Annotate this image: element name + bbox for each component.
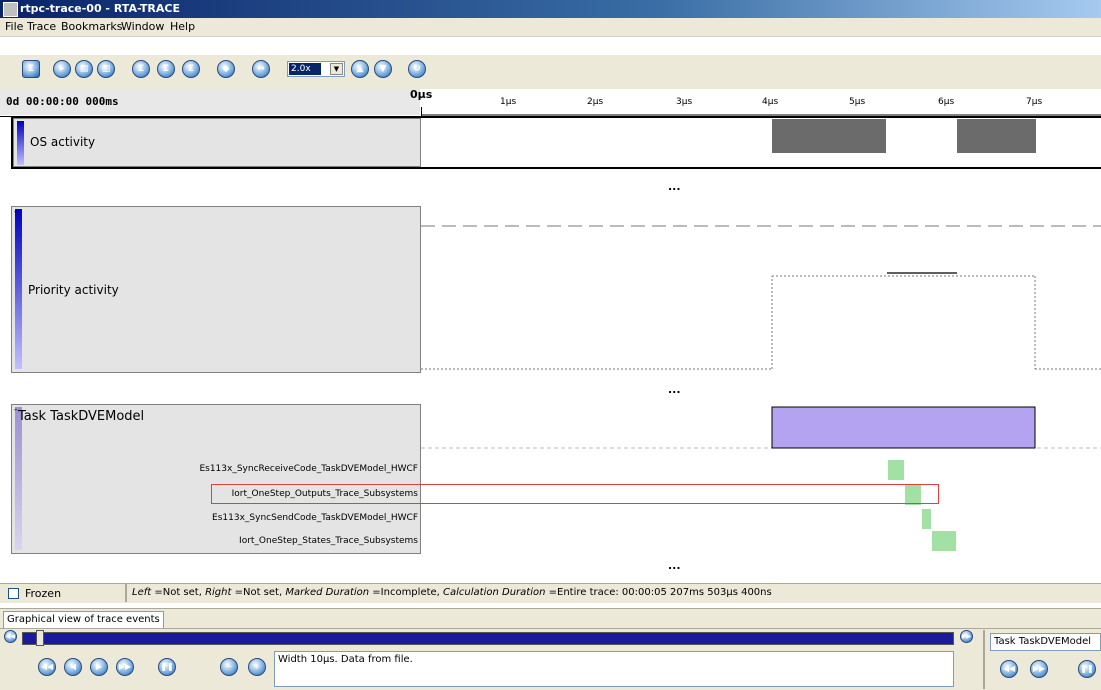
menu-help[interactable]: Help bbox=[170, 20, 195, 33]
priority-plot bbox=[421, 225, 1101, 370]
scrollbar-thumb[interactable] bbox=[36, 630, 44, 646]
runnable-label: Es113x_SyncReceiveCode_TaskDVEModel_HWCF bbox=[199, 464, 418, 474]
task-plot bbox=[421, 406, 1101, 551]
time-axis bbox=[421, 107, 1101, 116]
task-block[interactable] bbox=[771, 406, 1036, 449]
tab-row: Graphical view of trace events bbox=[0, 608, 1101, 629]
tick-label: 2µs bbox=[587, 97, 604, 107]
task-prev-icon[interactable]: ◀◀ bbox=[1000, 660, 1018, 678]
info-box: Width 10µs. Data from file. bbox=[274, 651, 954, 687]
app-icon bbox=[3, 2, 18, 17]
timeline-scrollbar[interactable] bbox=[22, 632, 954, 645]
task-field[interactable]: Task TaskDVEModel bbox=[990, 633, 1101, 651]
ellipsis: ... bbox=[668, 559, 681, 572]
zoom-value: 2.0x bbox=[289, 63, 321, 75]
play-icon[interactable]: ▶ bbox=[90, 658, 108, 676]
rewind-fast-icon[interactable]: ◀◀ bbox=[4, 630, 17, 643]
runnable-block[interactable] bbox=[922, 509, 931, 529]
menu-bar: File Trace Bookmarks Window Help bbox=[0, 18, 1101, 37]
sum-left-icon[interactable]: Σ bbox=[132, 60, 150, 78]
window-title: rtpc-trace-00 - RTA-TRACE bbox=[20, 2, 180, 15]
highlight-box bbox=[211, 484, 939, 504]
info-text: Width 10µs. Data from file. bbox=[278, 654, 413, 665]
step-back-icon[interactable]: ◀ bbox=[64, 658, 82, 676]
task-next-icon[interactable]: ▶▶ bbox=[1030, 660, 1048, 678]
runnable-label: Iort_OneStep_States_Trace_Subsystems bbox=[239, 536, 418, 546]
os-activity-label: OS activity bbox=[30, 135, 96, 149]
menu-window[interactable]: Window bbox=[121, 20, 164, 33]
status-text: Left =Not set, Right =Not set, Marked Du… bbox=[132, 587, 772, 598]
title-bar: rtpc-trace-00 - RTA-TRACE bbox=[0, 0, 1101, 18]
menu-trace[interactable]: Trace bbox=[27, 20, 56, 33]
document-icon[interactable]: ▥ bbox=[97, 60, 115, 78]
tick-label: 7µs bbox=[1026, 97, 1043, 107]
ellipsis: ... bbox=[668, 383, 681, 396]
ellipsis: ... bbox=[668, 180, 681, 193]
color-strip bbox=[17, 121, 24, 165]
sigma-icon[interactable]: Σ bbox=[22, 60, 40, 78]
tick-label: 0µs bbox=[410, 88, 433, 101]
zoom-select[interactable]: 2.0x ▼ bbox=[287, 61, 345, 77]
tick-label: 4µs bbox=[762, 97, 779, 107]
collapse-icon[interactable]: - bbox=[14, 207, 17, 217]
task-label-panel[interactable]: - Task TaskDVEModel bbox=[11, 404, 421, 554]
skip-forward-icon[interactable]: ▶▶ bbox=[116, 658, 134, 676]
chevron-down-icon[interactable]: ▼ bbox=[330, 63, 343, 75]
color-strip bbox=[15, 407, 22, 550]
task-pause-icon[interactable]: ❚❚ bbox=[1078, 660, 1096, 678]
skip-back-icon[interactable]: ◀◀ bbox=[38, 658, 56, 676]
tab-graphical-view[interactable]: Graphical view of trace events bbox=[3, 611, 164, 628]
menu-file[interactable]: File bbox=[5, 20, 23, 33]
divider bbox=[983, 630, 985, 689]
tick-label: 1µs bbox=[500, 97, 517, 107]
sum-right-icon[interactable]: Σ bbox=[157, 60, 175, 78]
zoom-in-icon[interactable]: ▲ bbox=[351, 60, 369, 78]
zoom-in-nav-icon[interactable]: + bbox=[248, 658, 266, 676]
zoom-out-icon[interactable]: ▼ bbox=[374, 60, 392, 78]
pause-icon[interactable]: ❚❚ bbox=[158, 658, 176, 676]
runnable-block[interactable] bbox=[932, 531, 956, 551]
os-block[interactable] bbox=[957, 119, 1036, 153]
sum-both-icon[interactable]: Σ bbox=[182, 60, 200, 78]
menu-bookmarks[interactable]: Bookmarks bbox=[61, 20, 122, 33]
fit-icon[interactable]: ↔ bbox=[252, 60, 270, 78]
runnable-block[interactable] bbox=[888, 460, 904, 480]
tick-label: 5µs bbox=[849, 97, 866, 107]
refresh-icon[interactable]: ↻ bbox=[408, 60, 426, 78]
task-label: Task TaskDVEModel bbox=[18, 409, 145, 424]
priority-activity-label: Priority activity bbox=[28, 283, 119, 297]
marker-icon[interactable]: ◆ bbox=[217, 60, 235, 78]
tick-label: 3µs bbox=[676, 97, 693, 107]
frozen-label: Frozen bbox=[25, 587, 62, 600]
open-icon[interactable]: ▸ bbox=[53, 60, 71, 78]
runnable-label: Es113x_SyncSendCode_TaskDVEModel_HWCF bbox=[212, 513, 418, 523]
priority-activity-label-panel[interactable]: - Priority activity bbox=[11, 206, 421, 373]
divider bbox=[125, 583, 127, 602]
os-block[interactable] bbox=[772, 119, 886, 153]
forward-fast-icon[interactable]: ▶▶ bbox=[960, 630, 973, 643]
tick-label: 6µs bbox=[938, 97, 955, 107]
frozen-checkbox[interactable] bbox=[8, 588, 19, 599]
zoom-out-nav-icon[interactable]: − bbox=[220, 658, 238, 676]
color-strip bbox=[15, 209, 22, 369]
current-time: 0d 00:00:00 000ms bbox=[0, 89, 420, 115]
os-activity-label-panel[interactable]: OS activity bbox=[13, 118, 421, 167]
print-icon[interactable]: ▤ bbox=[75, 60, 93, 78]
collapse-icon[interactable]: - bbox=[14, 405, 17, 415]
